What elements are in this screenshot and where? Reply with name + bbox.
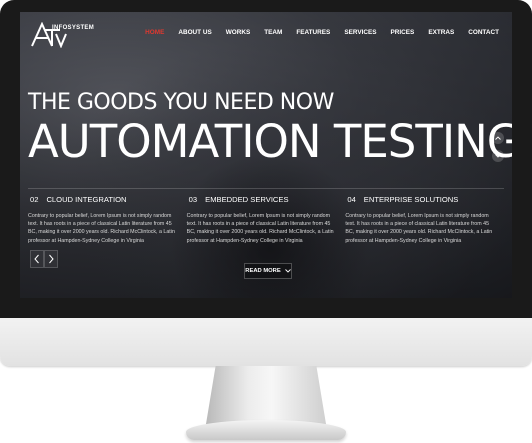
- nav-item-extras[interactable]: EXTRAS: [421, 29, 461, 36]
- monitor-stand-neck: [206, 366, 326, 424]
- nav-item-contact[interactable]: CONTACT: [461, 29, 506, 36]
- chevron-right-icon: [49, 254, 54, 264]
- service-number: 04: [347, 194, 356, 204]
- nav-item-about-us[interactable]: ABOUT US: [171, 29, 218, 36]
- hero-divider: [28, 188, 504, 189]
- logo-text: INFOSYSTEM: [52, 25, 95, 31]
- service-description: Contrary to popular belief, Lorem Ipsum …: [186, 213, 334, 244]
- monitor-stand-base: [186, 420, 346, 440]
- service-heading: 03 EMBEDDED SERVICES: [187, 192, 344, 206]
- service-card: 03 EMBEDDED SERVICES Contrary to popular…: [187, 192, 346, 245]
- service-title: EMBEDDED SERVICES: [205, 194, 289, 204]
- service-heading: 04 ENTERPRISE SOLUTIONS: [345, 192, 502, 206]
- monitor-chin: [0, 318, 532, 366]
- chevron-up-icon: [495, 136, 501, 140]
- service-heading: 02 CLOUD INTEGRATION: [28, 192, 185, 206]
- read-more-button[interactable]: READ MORE: [244, 263, 292, 279]
- service-number: 03: [188, 194, 198, 204]
- nav-item-features[interactable]: FEATURES: [289, 29, 337, 36]
- nav-item-home[interactable]: HOME: [138, 29, 171, 36]
- nav-item-team[interactable]: TEAM: [257, 29, 289, 36]
- hero-title: AUTOMATION TESTING: [28, 115, 512, 168]
- main-nav: HOME ABOUT US WORKS TEAM FEATURES SERVIC…: [138, 29, 506, 36]
- read-more-label: READ MORE: [245, 268, 281, 274]
- nav-item-services[interactable]: SERVICES: [337, 29, 383, 36]
- hero-subtitle: THE GOODS YOU NEED NOW: [28, 90, 334, 115]
- service-description: Contrary to popular belief, Lorem Ipsum …: [345, 213, 493, 244]
- service-title: ENTERPRISE SOLUTIONS: [363, 194, 459, 204]
- slider-next-button[interactable]: [44, 250, 58, 268]
- chevron-left-icon: [34, 254, 39, 264]
- nav-item-prices[interactable]: PRICES: [384, 29, 422, 36]
- nav-item-works[interactable]: WORKS: [219, 29, 258, 36]
- service-card: 02 CLOUD INTEGRATION Contrary to popular…: [28, 192, 187, 245]
- site-header: INFOSYSTEM HOME ABOUT US WORKS TEAM FEAT…: [20, 12, 512, 56]
- service-description: Contrary to popular belief, Lorem Ipsum …: [28, 213, 175, 244]
- chevron-down-icon: [495, 154, 501, 158]
- service-title: CLOUD INTEGRATION: [46, 194, 127, 204]
- scroll-up-button[interactable]: [492, 132, 504, 144]
- site-logo[interactable]: INFOSYSTEM: [30, 21, 95, 49]
- slider-prev-button[interactable]: [30, 250, 44, 268]
- service-card: 04 ENTERPRISE SOLUTIONS Contrary to popu…: [345, 192, 504, 245]
- chevron-down-icon: [284, 269, 291, 273]
- website-screen: INFOSYSTEM HOME ABOUT US WORKS TEAM FEAT…: [20, 12, 512, 298]
- services-row: 02 CLOUD INTEGRATION Contrary to popular…: [28, 192, 504, 245]
- hero: THE GOODS YOU NEED NOW AUTOMATION TESTIN…: [28, 90, 512, 166]
- service-number: 02: [30, 194, 39, 204]
- scroll-down-button[interactable]: [492, 150, 504, 162]
